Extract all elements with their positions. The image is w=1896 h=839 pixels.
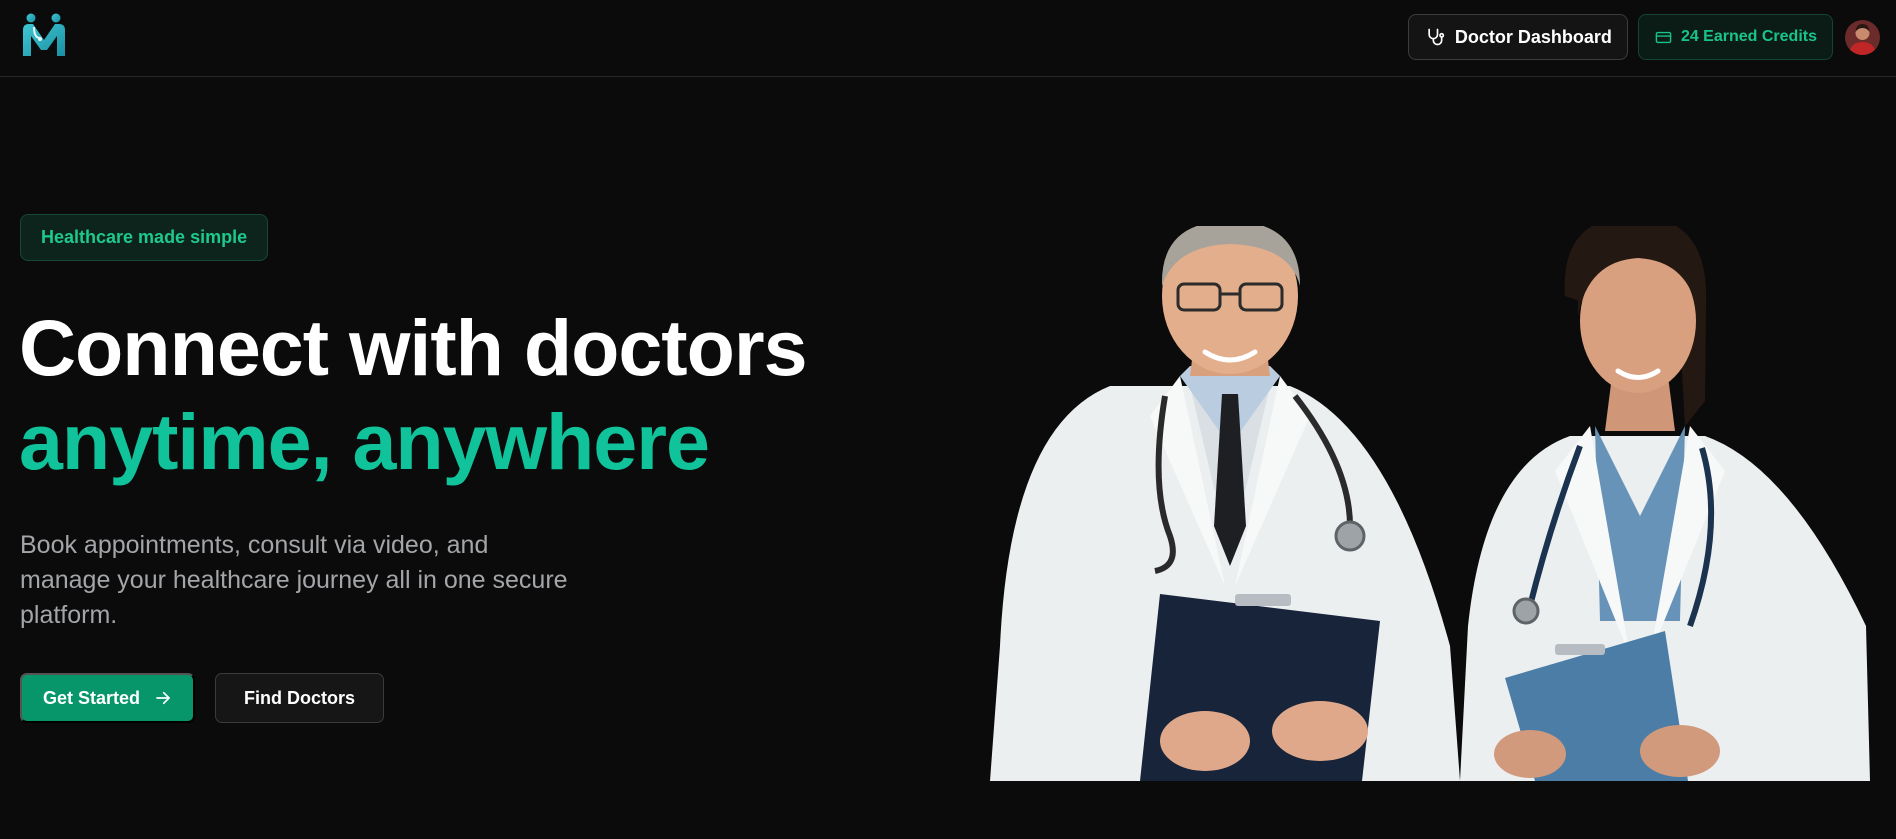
male-doctor-figure: [990, 218, 1460, 781]
earned-credits-label: 24 Earned Credits: [1680, 28, 1817, 45]
app-logo[interactable]: [20, 12, 68, 60]
hero-description: Book appointments, consult via video, an…: [20, 531, 568, 629]
find-doctors-button[interactable]: Find Doctors: [215, 673, 384, 723]
doctor-dashboard-button[interactable]: Doctor Dashboard: [1407, 14, 1628, 60]
find-doctors-label: Find Doctors: [244, 687, 355, 708]
stethoscope-icon: [1425, 27, 1445, 47]
user-avatar[interactable]: [1845, 19, 1880, 55]
get-started-button[interactable]: Get Started: [20, 673, 195, 723]
nav-actions: Doctor Dashboard 24 Earned Credits: [1407, 14, 1880, 60]
hero-title-highlight: anytime, anywhere: [19, 397, 710, 486]
hero-title: Connect with doctors: [19, 303, 808, 392]
tagline-badge: Healthcare made simple: [20, 214, 269, 261]
earned-credits-badge[interactable]: 24 Earned Credits: [1637, 14, 1833, 60]
get-started-label: Get Started: [42, 687, 141, 708]
arrow-right-icon: [154, 689, 172, 707]
doctor-dashboard-label: Doctor Dashboard: [1454, 26, 1612, 47]
doctors-hero-image: [990, 216, 1875, 781]
credit-card-icon: [1655, 29, 1672, 46]
top-navbar: Doctor Dashboard 24 Earned Credits: [0, 0, 1896, 77]
female-doctor-figure: [1460, 216, 1870, 781]
